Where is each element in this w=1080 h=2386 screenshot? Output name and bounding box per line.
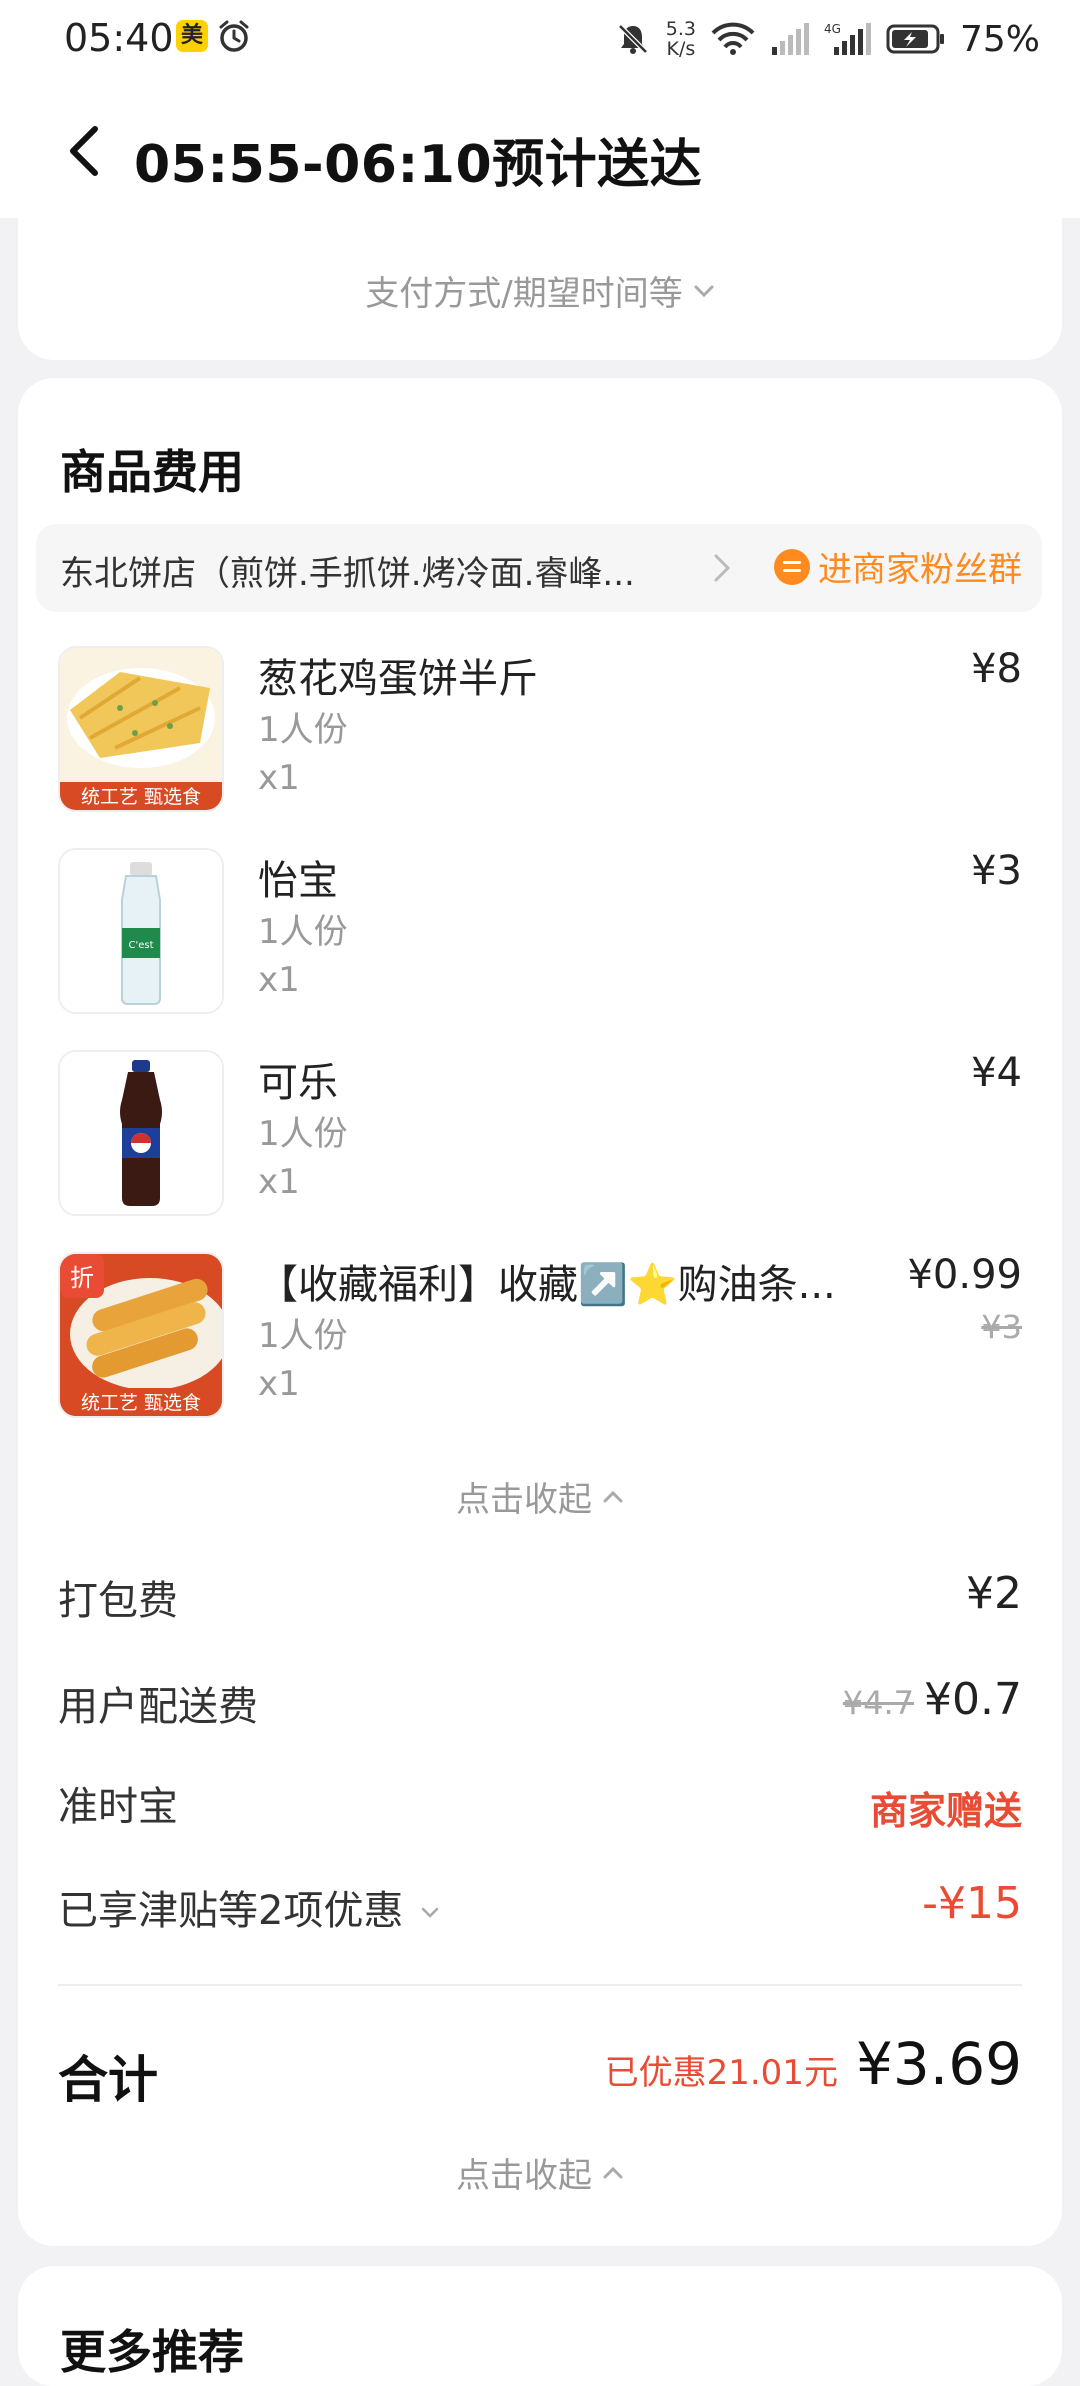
collapse-total-label: 点击收起 [456, 2156, 592, 2196]
list-item[interactable]: 折 统工艺 甄选食 【收藏福利】收藏↗️⭐购油条... 1人份 x1 ¥0.99… [58, 1252, 1022, 1424]
total-amount: ¥3.69 [855, 2030, 1022, 2098]
status-bar: 05:40 美 5.3 K/s 4G 75% [0, 0, 1080, 84]
chevron-right-icon [714, 554, 731, 582]
item-name: 可乐 [258, 1060, 338, 1106]
chevron-down-icon [421, 1907, 439, 1918]
list-item[interactable]: 可乐 1人份 x1 ¥4 [58, 1050, 1022, 1222]
delivery-fee-original: ¥4.7 [842, 1684, 915, 1722]
chevron-up-icon [603, 2166, 623, 2178]
collapse-items-link[interactable]: 点击收起 [18, 1472, 1062, 1521]
water-thumbnail: C'est [58, 848, 224, 1014]
list-item[interactable]: C'est 怡宝 1人份 x1 ¥3 [58, 848, 1022, 1020]
battery-percent: 75% [959, 18, 1040, 60]
status-icons: 5.3 K/s 4G 75% [614, 14, 1040, 64]
packing-fee-value: ¥2 [966, 1568, 1022, 1619]
saved-amount: 已优惠21.01元 [604, 2053, 838, 2093]
item-qty: x1 [258, 1364, 300, 1404]
cola-thumbnail [58, 1050, 224, 1216]
ontime-label: 准时宝 [58, 1784, 178, 1830]
back-arrow-icon [70, 126, 98, 176]
order-info-card: 支付方式/期望时间等 [18, 218, 1062, 360]
status-time: 05:40 [64, 16, 174, 60]
discount-label-group: 已享津贴等2项优惠 [58, 1878, 440, 1936]
svg-text:4G: 4G [824, 22, 841, 36]
signal-weak-icon [771, 23, 809, 55]
item-name: 怡宝 [258, 858, 338, 904]
delivery-fee-label: 用户配送费 [58, 1684, 258, 1730]
item-qty: x1 [258, 758, 300, 798]
svg-text:C'est: C'est [128, 940, 153, 951]
youtiao-thumbnail: 折 统工艺 甄选食 [58, 1252, 224, 1418]
thumb-banner-text: 统工艺 甄选食 [81, 1392, 201, 1414]
total-group: 已优惠21.01元 ¥3.69 [605, 2030, 1022, 2098]
collapse-total-link[interactable]: 点击收起 [18, 2148, 1062, 2197]
shop-name: 东北饼店（煎饼.手抓饼.烤冷面.睿峰... [60, 554, 635, 594]
delivery-fee-value-group: ¥4.7 ¥0.7 [843, 1674, 1022, 1725]
page-title: 05:55-06:10预计送达 [134, 135, 703, 195]
fan-group-label: 进商家粉丝群 [818, 550, 1022, 590]
expand-payment-link[interactable]: 支付方式/期望时间等 [18, 266, 1062, 315]
youtiao-image: 折 统工艺 甄选食 [60, 1254, 222, 1416]
recommend-title: 更多推荐 [60, 2325, 244, 2379]
discount-tag: 折 [70, 1264, 94, 1292]
packing-fee-row: 打包费 ¥2 [58, 1568, 1022, 1628]
thumb-banner-text: 统工艺 甄选食 [81, 786, 201, 808]
nav-bar: 05:55-06:10预计送达 [0, 84, 1080, 218]
discount-label: 已享津贴等2项优惠 [58, 1888, 404, 1934]
pancake-thumbnail: 统工艺 甄选食 [58, 646, 224, 812]
fan-group-button[interactable]: 进商家粉丝群 [774, 542, 1022, 591]
signal-4g-icon: 4G [824, 22, 871, 55]
item-name: 葱花鸡蛋饼半斤 [258, 656, 538, 702]
alarm-icon [219, 20, 249, 52]
discount-row[interactable]: 已享津贴等2项优惠 -¥15 [58, 1878, 1022, 1938]
item-spec: 1人份 [258, 1316, 348, 1356]
delivery-fee-value: ¥0.7 [924, 1674, 1022, 1725]
discount-value: -¥15 [922, 1878, 1022, 1929]
recommend-card: 更多推荐 [18, 2266, 1062, 2386]
total-label: 合计 [58, 2051, 158, 2109]
packing-fee-label: 打包费 [58, 1578, 178, 1624]
chat-group-icon [774, 548, 810, 585]
back-button[interactable] [52, 114, 116, 188]
expand-payment-label: 支付方式/期望时间等 [365, 274, 683, 314]
divider [58, 1984, 1022, 1986]
item-qty: x1 [258, 960, 300, 1000]
item-name: 【收藏福利】收藏↗️⭐购油条... [258, 1262, 836, 1308]
shop-row[interactable]: 东北饼店（煎饼.手抓饼.烤冷面.睿峰... 进商家粉丝群 [36, 524, 1042, 612]
item-original-price: ¥3 [981, 1308, 1022, 1346]
net-speed-unit: K/s [666, 38, 696, 60]
ontime-value: 商家赠送 [869, 1789, 1022, 1833]
wifi-icon [711, 22, 755, 55]
item-price: ¥3 [971, 848, 1022, 894]
chevron-up-icon [603, 1490, 623, 1502]
section-title-fees: 商品费用 [60, 445, 244, 499]
item-price: ¥0.99 [907, 1252, 1022, 1298]
water-bottle-image: C'est [60, 850, 222, 1012]
delivery-fee-row: 用户配送费 ¥4.7 ¥0.7 [58, 1674, 1022, 1734]
network-speed: 5.3 K/s [666, 19, 696, 59]
net-speed-value: 5.3 [665, 18, 696, 40]
collapse-items-label: 点击收起 [456, 1480, 592, 1520]
pancake-image: 统工艺 甄选食 [60, 648, 222, 810]
list-item[interactable]: 统工艺 甄选食 葱花鸡蛋饼半斤 1人份 x1 ¥8 [58, 646, 1022, 818]
battery-charging-icon [886, 24, 944, 54]
item-price: ¥8 [971, 646, 1022, 692]
item-spec: 1人份 [258, 710, 348, 750]
ontime-row: 准时宝 商家赠送 [58, 1774, 1022, 1834]
mute-bell-icon [617, 24, 648, 54]
item-spec: 1人份 [258, 1114, 348, 1154]
cola-bottle-image [60, 1052, 222, 1214]
fee-card: 商品费用 东北饼店（煎饼.手抓饼.烤冷面.睿峰... 进商家粉丝群 统工艺 甄选… [18, 378, 1062, 2246]
item-qty: x1 [258, 1162, 300, 1202]
meituan-badge-icon: 美 [176, 20, 208, 52]
chevron-down-icon [694, 285, 714, 297]
item-price: ¥4 [971, 1050, 1022, 1096]
item-spec: 1人份 [258, 912, 348, 952]
